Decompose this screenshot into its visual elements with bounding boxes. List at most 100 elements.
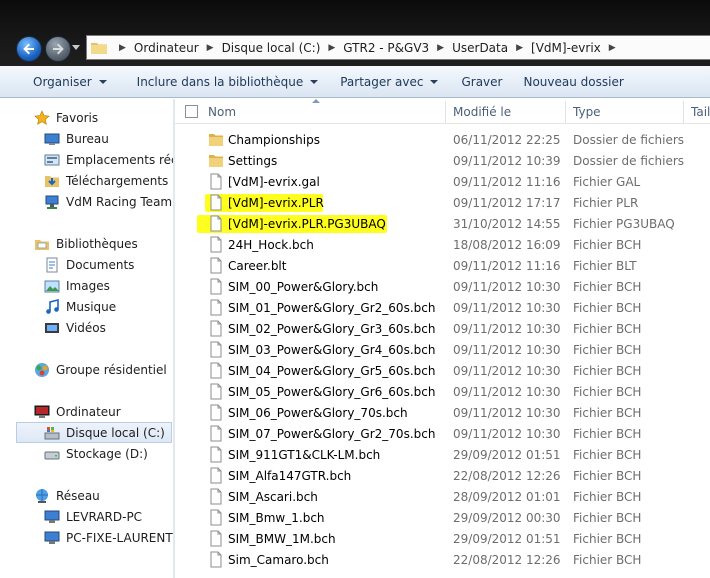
chevron-right-icon[interactable]: ▶ [437, 43, 444, 53]
file-modified-date: 31/10/2012 14:55 [453, 216, 561, 231]
file-row[interactable]: SIM_05_Power&Glory_Gr6_60s.bch 09/11/2012… [175, 381, 710, 402]
organize-label: Organiser [33, 74, 92, 89]
file-name: SIM_04_Power&Glory_Gr5_60s.bch [228, 363, 436, 378]
breadcrumb-userdata[interactable]: UserData [452, 41, 508, 55]
file-list: Nom Modifié le Type Taille Championships… [175, 99, 710, 578]
nav-libraries[interactable]: Bibliothèques [34, 233, 138, 254]
file-row[interactable]: Championships 06/11/2012 22:25 Dossier de … [175, 129, 710, 150]
select-all-checkbox[interactable] [185, 105, 198, 118]
organize-menu[interactable]: Organiser [33, 66, 107, 98]
file-type: Fichier BCH [573, 363, 642, 378]
file-row[interactable]: [VdM]-evrix.PLR.PG3UBAQ 31/10/2012 14:55 F… [175, 213, 710, 234]
file-icon [210, 383, 222, 400]
file-row[interactable]: [VdM]-evrix.PLR 09/11/2012 17:17 Fichier P… [175, 192, 710, 213]
file-name: Sim_Camaro.bch [228, 552, 329, 567]
nav-downloads[interactable]: Téléchargements [44, 170, 168, 191]
nav-documents[interactable]: Documents [44, 254, 134, 275]
file-row[interactable]: SIM_07_Power&Glory_Gr2_70s.bch 09/11/2012… [175, 423, 710, 444]
file-icon [210, 173, 222, 190]
file-row[interactable]: SIM_03_Power&Glory_Gr4_60s.bch 09/11/2012… [175, 339, 710, 360]
file-name: SIM_06_Power&Glory_70s.bch [228, 405, 408, 420]
file-type: Fichier BCH [573, 384, 642, 399]
file-row[interactable]: SIM_01_Power&Glory_Gr2_60s.bch 09/11/2012… [175, 297, 710, 318]
file-row[interactable]: Career.blt 09/11/2012 11:16 Fichier BLT [175, 255, 710, 276]
file-name: SIM_05_Power&Glory_Gr6_60s.bch [228, 384, 436, 399]
chevron-right-icon[interactable]: ▶ [207, 43, 214, 53]
file-row[interactable]: SIM_Bmw_1.bch 29/09/2012 00:30 Fichier BCH [175, 507, 710, 528]
file-row[interactable]: SIM_Ascari.bch 28/09/2012 01:01 Fichier BC… [175, 486, 710, 507]
nav-pc-levrard[interactable]: LEVRARD-PC [44, 506, 142, 527]
nav-local-disk[interactable]: Disque local (C:) [16, 422, 172, 443]
chevron-right-icon[interactable]: ▶ [609, 43, 616, 53]
column-header: Nom Modifié le Type Taille [175, 99, 710, 124]
column-divider[interactable] [565, 101, 566, 123]
file-row[interactable]: 24H_Hock.bch 18/08/2012 16:09 Fichier BCH [175, 234, 710, 255]
recent-pages-dropdown[interactable] [72, 45, 80, 51]
file-type: Fichier BCH [573, 300, 642, 315]
file-row[interactable]: SIM_04_Power&Glory_Gr5_60s.bch 09/11/2012… [175, 360, 710, 381]
nav-storage-drive[interactable]: Stockage (D:) [44, 443, 148, 464]
column-divider[interactable] [445, 101, 446, 123]
file-name: SIM_02_Power&Glory_Gr3_60s.bch [228, 321, 436, 336]
file-modified-date: 09/11/2012 11:16 [453, 174, 561, 189]
file-row[interactable]: SIM_00_Power&Glory.bch 09/11/2012 10:30 Fi… [175, 276, 710, 297]
file-name: SIM_BMW_1M.bch [228, 531, 336, 546]
share-with-label: Partager avec [340, 74, 424, 89]
include-library-label: Inclure dans la bibliothèque [136, 74, 304, 89]
share-with-menu[interactable]: Partager avec [340, 66, 439, 98]
file-type: Fichier BCH [573, 468, 642, 483]
chevron-right-icon[interactable]: ▶ [516, 43, 523, 53]
nav-computer[interactable]: Ordinateur [34, 401, 121, 422]
file-row[interactable]: Settings 09/11/2012 10:39 Dossier de fichi… [175, 150, 710, 171]
nav-label: Réseau [56, 488, 100, 503]
breadcrumb-vdm-evrix[interactable]: [VdM]-evrix [531, 41, 601, 55]
music-icon [46, 298, 59, 314]
nav-vdm-racing-team[interactable]: VdM Racing Team [44, 191, 172, 212]
burn-button[interactable]: Graver [461, 66, 502, 98]
file-row[interactable]: [VdM]-evrix.gal 09/11/2012 11:16 Fichier G… [175, 171, 710, 192]
new-folder-button[interactable]: Nouveau dossier [523, 66, 623, 98]
back-button[interactable] [16, 36, 42, 62]
column-name[interactable]: Nom [208, 99, 236, 124]
nav-label: Groupe résidentiel [56, 362, 167, 377]
column-type[interactable]: Type [573, 99, 601, 124]
file-row[interactable]: Sim_Camaro.bch 22/08/2012 12:26 Fichier BC… [175, 549, 710, 570]
nav-network[interactable]: Réseau [34, 485, 100, 506]
column-modified[interactable]: Modifié le [453, 99, 511, 124]
breadcrumb-computer[interactable]: Ordinateur [134, 41, 199, 55]
file-row[interactable]: SIM_BMW_1M.bch 29/09/2012 01:51 Fichier BC… [175, 528, 710, 549]
file-type: Fichier GAL [573, 174, 641, 189]
file-icon [210, 215, 222, 232]
nav-recent-places[interactable]: Emplacements récents [44, 149, 173, 170]
breadcrumb-local-disk[interactable]: Disque local (C:) [222, 41, 321, 55]
nav-desktop[interactable]: Bureau [44, 128, 109, 149]
nav-images[interactable]: Images [44, 275, 110, 296]
file-icon [210, 320, 222, 337]
burn-label: Graver [461, 74, 503, 89]
file-modified-date: 09/11/2012 10:30 [453, 363, 561, 378]
file-icon [210, 530, 222, 547]
file-type: Fichier BCH [573, 489, 642, 504]
new-folder-label: Nouveau dossier [523, 74, 624, 89]
file-row[interactable]: SIM_911GT1&CLK-LM.bch 29/09/2012 01:51 Fic… [175, 444, 710, 465]
libraries-icon [35, 239, 49, 250]
column-divider[interactable] [683, 101, 684, 123]
nav-videos[interactable]: Vidéos [44, 317, 106, 338]
address-bar[interactable]: ▶ Ordinateur ▶ Disque local (C:) ▶ GTR2 … [86, 35, 710, 60]
file-row[interactable]: SIM_06_Power&Glory_70s.bch 09/11/2012 10:… [175, 402, 710, 423]
forward-button[interactable] [45, 36, 71, 62]
file-row[interactable]: SIM_02_Power&Glory_Gr3_60s.bch 09/11/2012… [175, 318, 710, 339]
network-shortcut-icon [45, 195, 59, 209]
nav-pc-fixe-laurent[interactable]: PC-FIXE-LAURENT [44, 527, 173, 548]
nav-music[interactable]: Musique [44, 296, 116, 317]
file-row[interactable]: SIM_Alfa147GTR.bch 22/08/2012 12:26 Fichie… [175, 465, 710, 486]
column-size[interactable]: Taille [691, 99, 710, 124]
nav-favorites[interactable]: Favoris [34, 107, 98, 128]
network-icon [36, 488, 48, 503]
nav-homegroup[interactable]: Groupe résidentiel [34, 359, 167, 380]
chevron-right-icon[interactable]: ▶ [328, 43, 335, 53]
include-library-menu[interactable]: Inclure dans la bibliothèque [137, 66, 319, 98]
breadcrumb-gtr2[interactable]: GTR2 - P&GV3 [343, 41, 429, 55]
chevron-right-icon[interactable]: ▶ [119, 43, 126, 53]
title-bar: ▶ Ordinateur ▶ Disque local (C:) ▶ GTR2 … [0, 0, 710, 66]
